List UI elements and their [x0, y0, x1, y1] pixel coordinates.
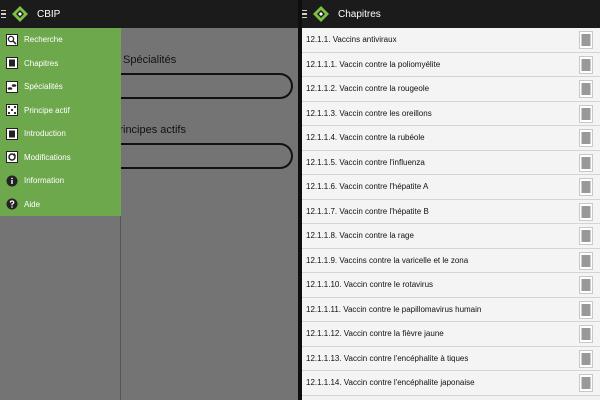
chapter-row-label: 12.1.1.12. Vaccin contre la fièvre jaune [306, 329, 444, 339]
chapter-row-label: 12.1.1.3. Vaccin contre les oreillons [306, 108, 432, 118]
chapter-row-label: 12.1.1.14. Vaccin contre l'encéphalite j… [306, 378, 475, 388]
drawer-item-label: Introduction [24, 129, 66, 139]
drawer-item-introduction[interactable]: Introduction [0, 122, 121, 146]
document-icon[interactable] [579, 80, 593, 98]
cbip-logo-icon[interactable] [11, 5, 29, 23]
document-icon[interactable] [579, 55, 593, 74]
chapter-row[interactable]: 12.1.1.4. Vaccin contre la rubéole [302, 126, 600, 151]
document-icon[interactable] [579, 104, 593, 123]
drawer-item-information[interactable]: Information [0, 169, 121, 193]
chapter-row-label: 12.1.1.9. Vaccins contre la varicelle et… [306, 255, 469, 265]
chapter-row-label: 12.1.1.5. Vaccin contre l'influenza [306, 157, 425, 167]
chapter-row[interactable]: 12.1.1.12. Vaccin contre la fièvre jaune [302, 322, 600, 347]
menu-icon[interactable] [1, 0, 11, 28]
chapter-row[interactable]: 12.1.1.14. Vaccin contre l'encéphalite j… [302, 371, 600, 396]
document-icon[interactable] [579, 178, 593, 196]
pills-icon [6, 80, 18, 93]
chapter-row[interactable]: 12.1.1.10. Vaccin contre le rotavirus [302, 273, 600, 298]
chapter-row[interactable]: 12.1.1.7. Vaccin contre l'hépatite B [302, 199, 600, 224]
principes-actifs-heading: Principes actifs [112, 124, 186, 136]
chapter-row-label: 12.1.1.11. Vaccin contre le papillomavir… [306, 304, 482, 314]
drawer-item-label: Modifications [24, 152, 71, 162]
cbip-logo-icon[interactable] [312, 5, 330, 23]
drawer-item-recherche[interactable]: Recherche [0, 28, 121, 52]
chapter-row[interactable]: 12.1.1.13. Vaccin contre l'encéphalite à… [302, 346, 600, 371]
chapter-row-label: 12.1.1.7. Vaccin contre l'hépatite B [306, 206, 429, 216]
chapter-row-label: 12.1.1.4. Vaccin contre la rubéole [306, 133, 425, 143]
refresh-icon [6, 151, 18, 164]
chapter-row[interactable]: 12.1.1.1. Vaccin contre la poliomyélite [302, 52, 600, 77]
chapter-row[interactable]: 12.1.1. Vaccins antiviraux [302, 28, 600, 53]
chapter-list: 12.1.1. Vaccins antiviraux 12.1.1.1. Vacc… [302, 28, 600, 396]
molecule-icon [6, 104, 18, 117]
document-icon[interactable] [579, 374, 593, 392]
book-icon [6, 127, 18, 140]
info-icon [6, 175, 18, 187]
chapter-row[interactable]: 12.1.1.11. Vaccin contre le papillomavir… [302, 297, 600, 322]
chapter-row[interactable]: 12.1.1.3. Vaccin contre les oreillons [302, 101, 600, 126]
specialites-heading: Spécialités [123, 54, 177, 66]
drawer-item-chapitres[interactable]: Chapitres [0, 52, 121, 76]
document-icon[interactable] [579, 325, 593, 343]
chapter-row-label: 12.1.1.8. Vaccin contre la rage [306, 231, 414, 241]
chapter-row-label: 12.1.1.13. Vaccin contre l'encéphalite à… [306, 353, 469, 363]
document-icon[interactable] [579, 227, 593, 245]
chapter-row[interactable]: 12.1.1.5. Vaccin contre l'influenza [302, 150, 600, 175]
app-title: CBIP [37, 8, 61, 20]
drawer-item-principe-actif[interactable]: Principe actif [0, 99, 121, 123]
chapter-row-label: 12.1.1. Vaccins antiviraux [306, 35, 397, 45]
document-icon[interactable] [579, 153, 593, 172]
drawer-item-specialites[interactable]: Spécialités [0, 75, 121, 99]
drawer-item-label: Principe actif [24, 105, 70, 115]
drawer-item-label: Aide [24, 199, 41, 209]
left-panel: CBIP Spécialités Principes actifs Recher… [0, 0, 298, 400]
chapter-row[interactable]: 12.1.1.9. Vaccins contre la varicelle et… [302, 248, 600, 273]
document-icon[interactable] [579, 31, 593, 49]
document-icon[interactable] [579, 300, 593, 319]
document-icon[interactable] [579, 251, 593, 270]
drawer-item-label: Spécialités [24, 82, 63, 92]
drawer-item-label: Recherche [24, 35, 63, 45]
app-bar: Chapitres [302, 0, 600, 28]
chapter-row-label: 12.1.1.6. Vaccin contre l'hépatite A [306, 182, 429, 192]
document-icon[interactable] [579, 129, 593, 147]
drawer-edge [120, 216, 121, 400]
chapter-row-label: 12.1.1.10. Vaccin contre le rotavirus [306, 280, 434, 290]
right-panel: Chapitres 12.1.1. Vaccins antiviraux 12.1… [302, 0, 600, 400]
chapter-row-label: 12.1.1.1. Vaccin contre la poliomyélite [306, 59, 441, 69]
drawer-item-modifications[interactable]: Modifications [0, 146, 121, 170]
book-icon [6, 57, 18, 70]
drawer-item-label: Chapitres [24, 58, 59, 68]
menu-icon[interactable] [302, 0, 312, 28]
chapter-row[interactable]: 12.1.1.2. Vaccin contre la rougeole [302, 77, 600, 102]
chapter-row[interactable]: 12.1.1.6. Vaccin contre l'hépatite A [302, 175, 600, 200]
chapter-row-label: 12.1.1.2. Vaccin contre la rougeole [306, 84, 430, 94]
app-bar: CBIP [0, 0, 298, 28]
navigation-drawer: Recherche Chapitres Spécialités Principe… [0, 28, 121, 216]
chapter-row[interactable]: 12.1.1.8. Vaccin contre la rage [302, 224, 600, 249]
document-icon[interactable] [579, 202, 593, 221]
help-icon [6, 198, 18, 210]
drawer-item-aide[interactable]: Aide [0, 193, 121, 217]
document-icon[interactable] [579, 276, 593, 294]
app-title: Chapitres [338, 8, 381, 20]
document-icon[interactable] [579, 349, 593, 368]
search-icon [6, 33, 18, 46]
drawer-item-label: Information [24, 176, 65, 186]
